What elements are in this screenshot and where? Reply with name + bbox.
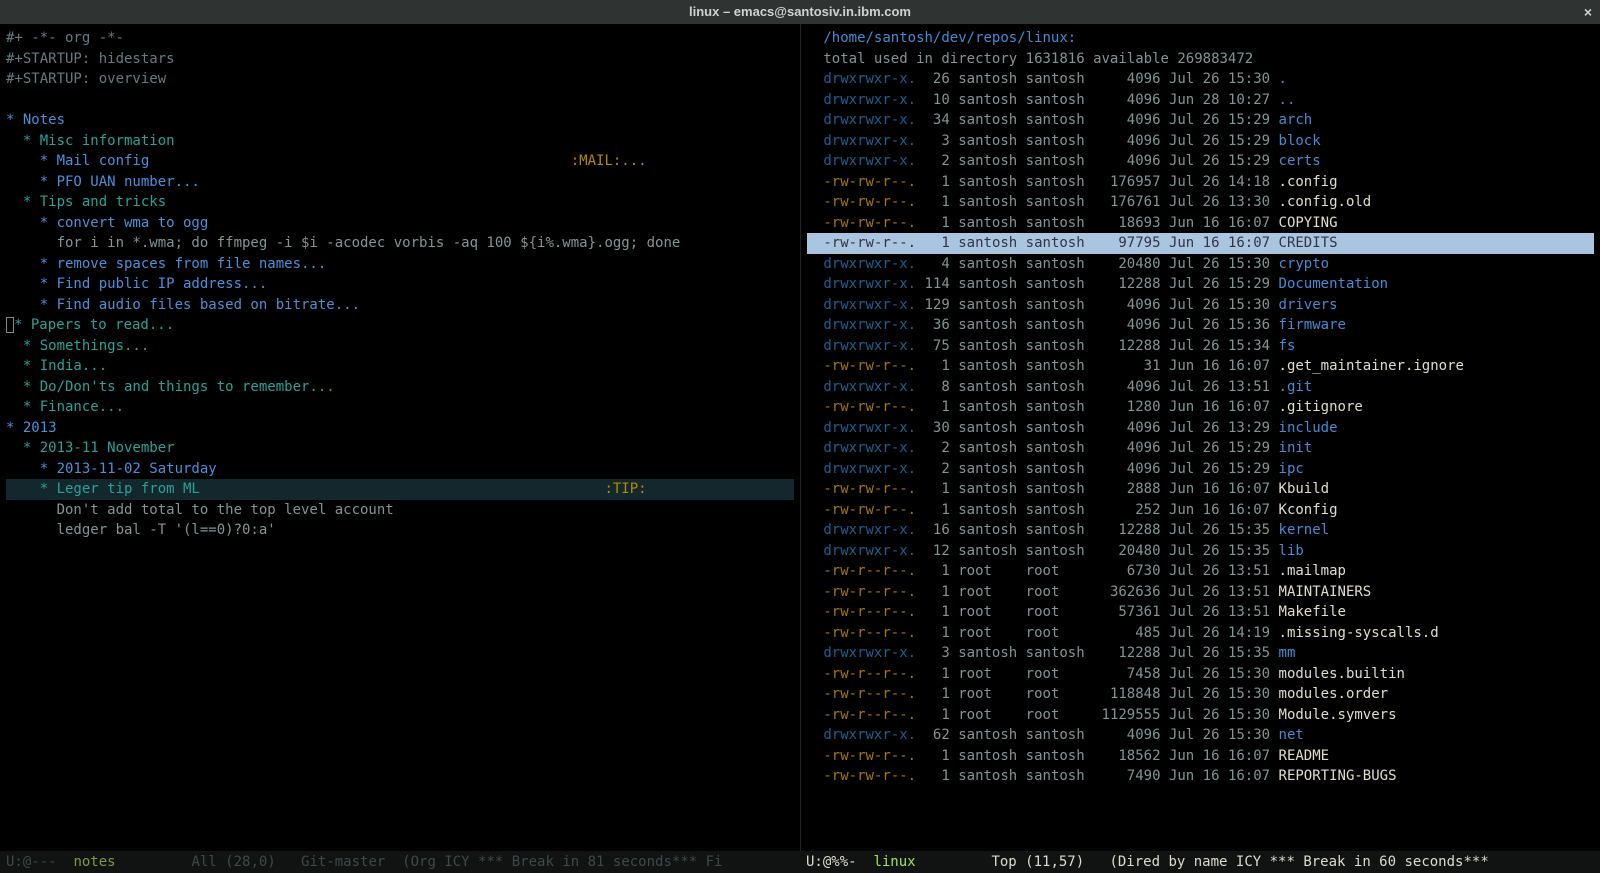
- dired-entry[interactable]: drwxrwxr-x. 16 santosh santosh 12288 Jul…: [807, 522, 1330, 538]
- org-tag: :MAIL:...: [571, 153, 647, 169]
- dired-entry[interactable]: drwxrwxr-x. 4 santosh santosh 20480 Jul …: [807, 256, 1330, 272]
- dired-entry[interactable]: drwxrwxr-x. 2 santosh santosh 4096 Jul 2…: [807, 461, 1304, 477]
- dired-entry[interactable]: -rw-rw-r--. 1 santosh santosh 31 Jun 16 …: [807, 358, 1464, 374]
- org-line: * Find audio files based on bitrate...: [6, 297, 360, 313]
- mode-line-left: U:@--- notes All (28,0) Git-master (Org …: [0, 851, 800, 873]
- org-line: * convert wma to ogg: [6, 215, 208, 231]
- dired-entry[interactable]: -rw-rw-r--. 1 santosh santosh 252 Jun 16…: [807, 502, 1338, 518]
- dired-entry[interactable]: -rw-rw-r--. 1 santosh santosh 7490 Jun 1…: [807, 768, 1397, 784]
- dired-entry[interactable]: drwxrwxr-x. 12 santosh santosh 20480 Jul…: [807, 543, 1304, 559]
- org-mode-buffer[interactable]: #+ -*- org -*- #+STARTUP: hidestars #+ST…: [0, 24, 801, 851]
- dired-entry[interactable]: -rw-rw-r--. 1 santosh santosh 1280 Jun 1…: [807, 399, 1363, 415]
- dired-entry[interactable]: drwxrwxr-x. 129 santosh santosh 4096 Jul…: [807, 297, 1338, 313]
- org-line: * 2013-11 November: [6, 440, 175, 456]
- dired-entry[interactable]: -rw-r--r--. 1 root root 7458 Jul 26 15:3…: [807, 666, 1405, 682]
- dired-entry[interactable]: drwxrwxr-x. 8 santosh santosh 4096 Jul 2…: [807, 379, 1313, 395]
- dired-path: /home/santosh/dev/repos/linux:: [823, 30, 1076, 46]
- dired-buffer[interactable]: /home/santosh/dev/repos/linux: total use…: [801, 24, 1600, 851]
- dired-entry[interactable]: -rw-rw-r--. 1 santosh santosh 18693 Jun …: [807, 215, 1338, 231]
- org-line: * Tips and tricks: [6, 194, 166, 210]
- org-line: ledger bal -T '(l==0)?0:a': [6, 522, 276, 538]
- dired-entry[interactable]: drwxrwxr-x. 26 santosh santosh 4096 Jul …: [807, 71, 1287, 87]
- dired-entry[interactable]: -rw-rw-r--. 1 santosh santosh 18562 Jun …: [807, 748, 1330, 764]
- org-line: * PFO UAN number...: [6, 174, 200, 190]
- close-icon[interactable]: ×: [1584, 2, 1592, 23]
- dired-entry[interactable]: drwxrwxr-x. 3 santosh santosh 12288 Jul …: [807, 645, 1296, 661]
- org-line: Don't add total to the top level account: [6, 502, 394, 518]
- mode-line: U:@--- notes All (28,0) Git-master (Org …: [0, 851, 1600, 873]
- dired-entry[interactable]: -rw-r--r--. 1 root root 6730 Jul 26 13:5…: [807, 563, 1346, 579]
- dired-entry[interactable]: -rw-rw-r--. 1 santosh santosh 176761 Jul…: [807, 194, 1372, 210]
- dired-entry[interactable]: -rw-r--r--. 1 root root 57361 Jul 26 13:…: [807, 604, 1346, 620]
- dired-entry[interactable]: -rw-rw-r--. 1 santosh santosh 176957 Jul…: [807, 174, 1338, 190]
- org-line: * Notes: [6, 112, 65, 128]
- org-line: * Misc information: [6, 133, 175, 149]
- org-line: #+STARTUP: overview: [6, 71, 166, 87]
- dired-entry[interactable]: drwxrwxr-x. 30 santosh santosh 4096 Jul …: [807, 420, 1338, 436]
- org-line: * Mail config: [6, 153, 149, 169]
- dired-entry[interactable]: drwxrwxr-x. 34 santosh santosh 4096 Jul …: [807, 112, 1313, 128]
- window-titlebar: linux – emacs@santosiv.in.ibm.com ×: [0, 0, 1600, 24]
- dired-entry[interactable]: drwxrwxr-x. 2 santosh santosh 4096 Jul 2…: [807, 440, 1313, 456]
- org-line: * Finance...: [6, 399, 124, 415]
- buffer-name-left: notes: [73, 854, 115, 870]
- dired-entry[interactable]: drwxrwxr-x. 2 santosh santosh 4096 Jul 2…: [807, 153, 1321, 169]
- org-line: * India...: [6, 358, 107, 374]
- org-line: for i in *.wma; do ffmpeg -i $i -acodec …: [6, 235, 680, 251]
- dired-entry[interactable]: drwxrwxr-x. 114 santosh santosh 12288 Ju…: [807, 276, 1389, 292]
- dired-entry[interactable]: -rw-r--r--. 1 root root 1129555 Jul 26 1…: [807, 707, 1397, 723]
- dired-entry[interactable]: -rw-rw-r--. 1 santosh santosh 2888 Jun 1…: [807, 481, 1330, 497]
- org-line: * Somethings...: [6, 338, 149, 354]
- dired-entry[interactable]: drwxrwxr-x. 75 santosh santosh 12288 Jul…: [807, 338, 1296, 354]
- dired-entry[interactable]: -rw-r--r--. 1 root root 485 Jul 26 14:19…: [807, 625, 1439, 641]
- dired-entry[interactable]: drwxrwxr-x. 10 santosh santosh 4096 Jun …: [807, 92, 1296, 108]
- org-line: * remove spaces from file names...: [6, 256, 326, 272]
- dired-entry[interactable]: -rw-r--r--. 1 root root 362636 Jul 26 13…: [807, 584, 1372, 600]
- dired-entry[interactable]: drwxrwxr-x. 62 santosh santosh 4096 Jul …: [807, 727, 1304, 743]
- buffer-name-right: linux: [873, 854, 915, 870]
- org-line: #+ -*- org -*-: [6, 30, 124, 46]
- dired-entry[interactable]: -rw-r--r--. 1 root root 118848 Jul 26 15…: [807, 686, 1389, 702]
- org-line: * Find public IP address...: [6, 276, 267, 292]
- dired-summary: total used in directory 1631816 availabl…: [807, 51, 1254, 67]
- org-line: * Papers to read...: [14, 317, 174, 333]
- org-line: * Do/Don'ts and things to remember...: [6, 379, 335, 395]
- dired-entry[interactable]: drwxrwxr-x. 3 santosh santosh 4096 Jul 2…: [807, 133, 1321, 149]
- dired-selected-row[interactable]: -rw-rw-r--. 1 santosh santosh 97795 Jun …: [807, 233, 1595, 254]
- emacs-frame: #+ -*- org -*- #+STARTUP: hidestars #+ST…: [0, 24, 1600, 851]
- mode-line-right: U:@%%- linux Top (11,57) (Dired by name …: [800, 851, 1600, 873]
- window-title: linux – emacs@santosiv.in.ibm.com: [689, 2, 911, 23]
- org-line: #+STARTUP: hidestars: [6, 51, 175, 67]
- cursor: [6, 317, 14, 333]
- dired-entry[interactable]: drwxrwxr-x. 36 santosh santosh 4096 Jul …: [807, 317, 1346, 333]
- org-line: * 2013-11-02 Saturday: [6, 461, 217, 477]
- org-tag: :TIP:: [604, 481, 646, 497]
- org-line: * 2013: [6, 420, 57, 436]
- org-line: * Leger tip from ML: [6, 481, 200, 497]
